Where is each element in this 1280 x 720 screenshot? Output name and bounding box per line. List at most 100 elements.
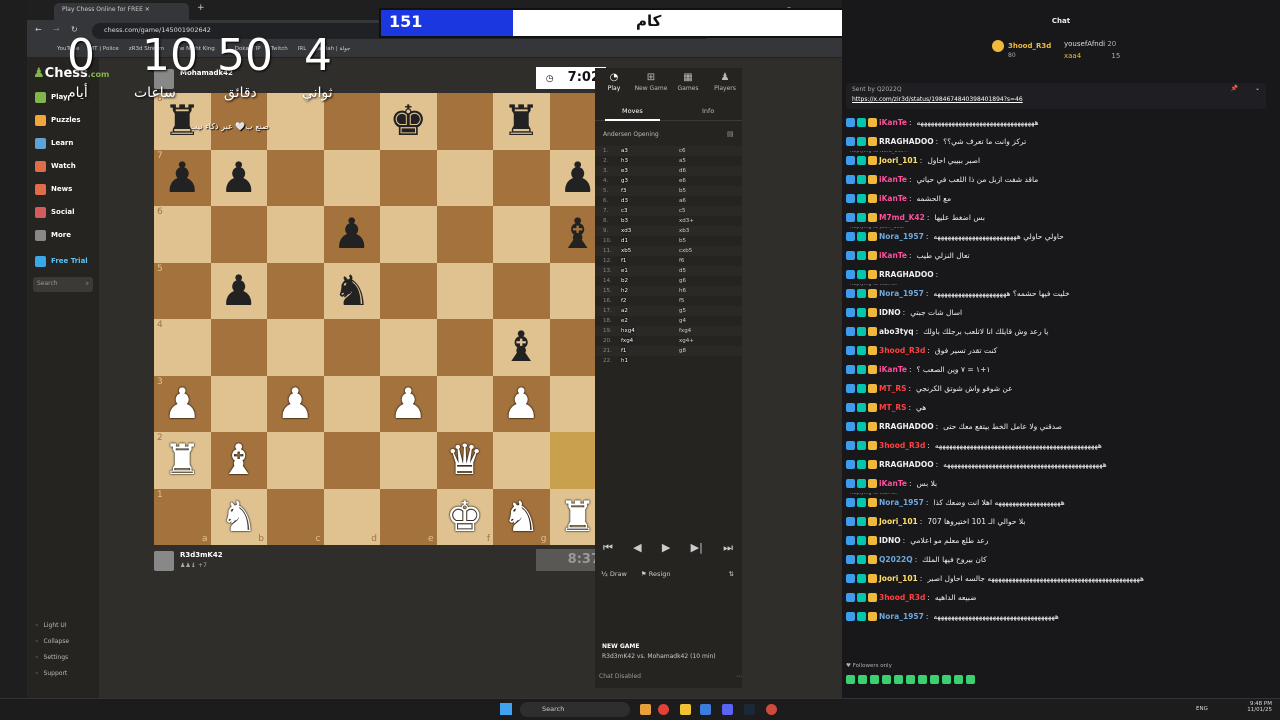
black-pawn-icon[interactable]: ♟: [559, 156, 597, 199]
move-cell[interactable]: xb3: [679, 228, 737, 234]
new-tab-icon[interactable]: +: [197, 3, 205, 13]
move-cell[interactable]: h3: [621, 158, 679, 164]
move-cell[interactable]: xb5: [621, 248, 679, 254]
discord-icon[interactable]: [722, 704, 733, 715]
black-rook-icon[interactable]: ♜: [502, 100, 540, 142]
chat-username[interactable]: iKanTe: [879, 251, 907, 260]
white-pawn-icon[interactable]: ♟: [163, 382, 201, 425]
sidebar-item-social[interactable]: Social: [35, 203, 97, 221]
emote-icon[interactable]: [846, 675, 855, 684]
free-trial-link[interactable]: Free Trial: [35, 252, 97, 270]
emote-icon[interactable]: [918, 675, 927, 684]
chat-username[interactable]: Joori_101: [879, 517, 918, 526]
steam-icon[interactable]: [744, 704, 755, 715]
move-cell[interactable]: f3: [621, 188, 679, 194]
board-square[interactable]: [323, 375, 380, 432]
chat-username[interactable]: IDNO: [879, 308, 901, 317]
emote-icon[interactable]: [894, 675, 903, 684]
play-button[interactable]: ▶: [662, 541, 670, 555]
white-knight-icon[interactable]: ♞: [502, 495, 540, 538]
chat-username[interactable]: Nora_1957: [879, 612, 924, 621]
board-square[interactable]: [493, 149, 550, 206]
pinned-link[interactable]: https://x.com/zir3d/status/1984674840398…: [852, 96, 1260, 103]
draw-button[interactable]: ½ Draw: [601, 570, 627, 578]
board-square[interactable]: ♟: [210, 262, 267, 319]
move-cell[interactable]: g4: [679, 318, 737, 324]
board-square[interactable]: [380, 432, 437, 489]
move-cell[interactable]: d3: [621, 198, 679, 204]
board-square[interactable]: [436, 93, 493, 150]
top-chatter-1[interactable]: 3hood_R3d: [992, 40, 1051, 52]
chat-username[interactable]: iKanTe: [879, 479, 907, 488]
board-square[interactable]: ♞: [323, 262, 380, 319]
move-cell[interactable]: xd3+: [679, 218, 737, 224]
board-square[interactable]: ♟: [210, 149, 267, 206]
board-square[interactable]: [267, 149, 324, 206]
move-cell[interactable]: c3: [621, 208, 679, 214]
back-icon[interactable]: ←: [35, 25, 42, 34]
collapse-icon[interactable]: ⌄: [1255, 85, 1260, 92]
move-cell[interactable]: d1: [621, 238, 679, 244]
board-square[interactable]: [323, 432, 380, 489]
board-square[interactable]: [267, 319, 324, 376]
store-icon[interactable]: [700, 704, 711, 715]
white-knight-icon[interactable]: ♞: [220, 495, 258, 538]
bottom-player-name[interactable]: R3d3mK42: [180, 551, 223, 559]
white-pawn-icon[interactable]: ♟: [389, 382, 427, 425]
sidebar-item-puzzles[interactable]: Puzzles: [35, 111, 97, 129]
sidebar-bottom-light-ui[interactable]: ◦ Light UI: [35, 622, 67, 629]
board-square[interactable]: c: [267, 488, 324, 545]
board-square[interactable]: ♟: [493, 375, 550, 432]
panel-tab-games[interactable]: ▦ Games: [670, 72, 706, 92]
chat-username[interactable]: IDNO: [879, 536, 901, 545]
sidebar-item-watch[interactable]: Watch: [35, 157, 97, 175]
board-square[interactable]: [267, 432, 324, 489]
sidebar-bottom-settings[interactable]: ◦ Settings: [35, 654, 68, 661]
chat-username[interactable]: Joori_101: [879, 574, 918, 583]
board-square[interactable]: [267, 262, 324, 319]
chat-username[interactable]: Nora_1957: [879, 498, 924, 507]
panel-tab-players[interactable]: ♟ Players: [707, 72, 743, 92]
move-cell[interactable]: c6: [679, 148, 737, 154]
first-move-button[interactable]: ⏮: [603, 541, 613, 555]
board-square[interactable]: e: [380, 488, 437, 545]
sidebar-bottom-support[interactable]: ◦ Support: [35, 670, 67, 677]
panel-tab-play[interactable]: ◔ Play: [596, 72, 632, 92]
move-cell[interactable]: g8: [679, 348, 737, 354]
board-square[interactable]: ♟: [380, 375, 437, 432]
emote-icon[interactable]: [870, 675, 879, 684]
move-cell[interactable]: cxb5: [679, 248, 737, 254]
chat-username[interactable]: Q2022Q: [879, 555, 913, 564]
board-square[interactable]: ♝: [493, 319, 550, 376]
move-cell[interactable]: fxg4: [679, 328, 737, 334]
chat-username[interactable]: RRAGHADOO: [879, 270, 934, 279]
board-square[interactable]: [493, 262, 550, 319]
board-square[interactable]: 5: [154, 262, 211, 319]
board-square[interactable]: ♛: [436, 432, 493, 489]
move-cell[interactable]: h2: [621, 288, 679, 294]
move-cell[interactable]: a6: [679, 198, 737, 204]
board-square[interactable]: ♝: [210, 432, 267, 489]
move-cell[interactable]: xd3: [621, 228, 679, 234]
chat-username[interactable]: Nora_1957: [879, 289, 924, 298]
move-cell[interactable]: e2: [621, 318, 679, 324]
white-king-icon[interactable]: ♚: [446, 495, 484, 538]
move-cell[interactable]: b2: [621, 278, 679, 284]
move-cell[interactable]: f5: [679, 298, 737, 304]
board-square[interactable]: ♟: [323, 206, 380, 263]
board-square[interactable]: [267, 206, 324, 263]
black-knight-icon[interactable]: ♞: [333, 269, 371, 312]
chat-username[interactable]: iKanTe: [879, 194, 907, 203]
chat-username[interactable]: Nora_1957: [879, 232, 924, 241]
board-square[interactable]: [210, 319, 267, 376]
emote-icon[interactable]: [882, 675, 891, 684]
board-square[interactable]: ♟: [267, 375, 324, 432]
board-square[interactable]: [323, 319, 380, 376]
folder-icon[interactable]: [680, 704, 691, 715]
chat-username[interactable]: 3hood_R3d: [879, 346, 925, 355]
move-cell[interactable]: d6: [679, 168, 737, 174]
move-cell[interactable]: g5: [679, 308, 737, 314]
chat-username[interactable]: iKanTe: [879, 118, 907, 127]
top-chatter-3[interactable]: xaa4 15: [1064, 52, 1120, 60]
move-cell[interactable]: xg4+: [679, 338, 737, 344]
